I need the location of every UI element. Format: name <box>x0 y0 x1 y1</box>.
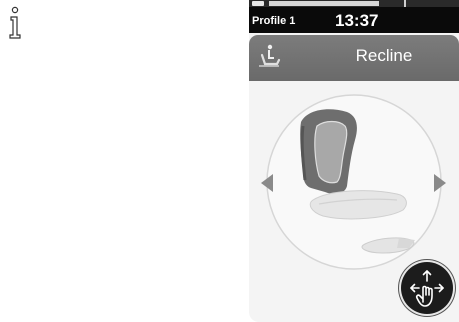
hand-move-icon <box>410 270 444 307</box>
clock: 13:37 <box>335 11 379 30</box>
move-button[interactable] <box>401 262 453 314</box>
seat-cushion <box>309 190 407 220</box>
status-progress <box>269 1 379 6</box>
status-marker <box>404 0 406 7</box>
arrow-right-icon[interactable] <box>432 173 448 193</box>
status-bar: Profile 1 13:37 <box>249 0 459 33</box>
title-bar: Recline <box>249 35 459 81</box>
seat-recline-icon <box>259 44 281 67</box>
info-icon[interactable] <box>6 6 26 40</box>
arrow-left-icon[interactable] <box>259 173 275 193</box>
battery-icon <box>252 1 264 6</box>
screen-title: Recline <box>355 46 413 65</box>
device-screen: Profile 1 13:37 Recline <box>249 0 459 322</box>
profile-label: Profile 1 <box>252 15 296 27</box>
